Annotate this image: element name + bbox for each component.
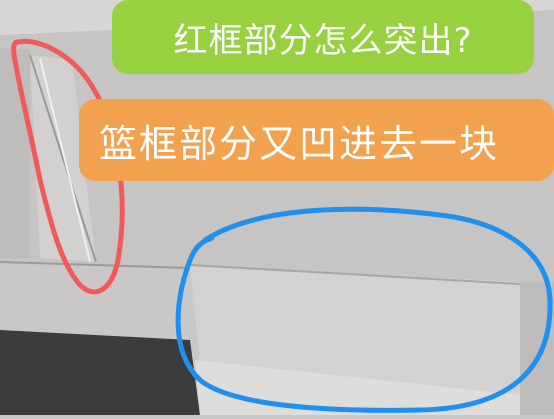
dark-floor	[0, 330, 200, 415]
photo-scene: 红框部分怎么突出? 篮框部分又凹进去一块	[0, 0, 554, 415]
caption-middle: 篮框部分又凹进去一块	[79, 99, 554, 181]
caption-top: 红框部分怎么突出?	[112, 0, 534, 74]
left-side-panel	[0, 48, 30, 258]
